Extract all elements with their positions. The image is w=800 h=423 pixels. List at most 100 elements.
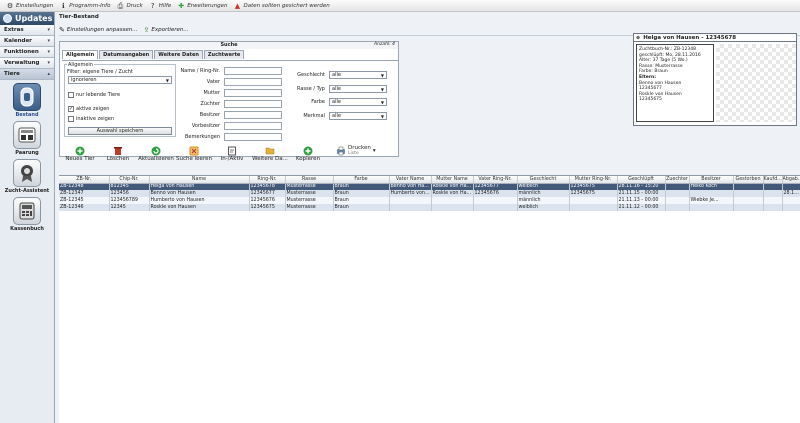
help-icon: ? [150,1,155,10]
filter-select[interactable]: ignorieren ▼ [68,76,172,84]
sidebar-section-label: Extras [4,27,24,33]
column-header[interactable]: Gestorben [733,176,764,184]
export-action[interactable]: ⇪ Exportieren... [143,26,188,34]
chevron-down-icon: ▼ [380,72,384,78]
chevron-down-icon: ▼ [165,77,169,83]
field-input-4[interactable] [224,111,282,119]
column-header[interactable]: Zuechter [665,176,690,184]
tab-allgemein[interactable]: Allgemein [62,50,99,59]
table-cell: Humberto von... [389,190,432,197]
sidebar-section-tiere[interactable]: Tiere ▴ [0,69,54,80]
field-input-5[interactable] [224,122,282,130]
sidebar-section-extras[interactable]: Extras ▾ [0,25,54,36]
refresh-button[interactable]: Aktualisieren [137,145,175,162]
grid-header: ZB-Nr. Chip-Nr. Name Ring-Nr. Rasse Farbe Vate… [59,176,800,184]
main-area: Tier-Bestand ✎ Einstellungen anpassen...… [59,12,800,423]
show-active-checkbox[interactable]: ✓ aktive zeigen [68,106,109,112]
show-inactive-checkbox[interactable]: inaktive zeigen [68,116,114,122]
tool-kassenbuch[interactable]: Kassenbuch [0,197,54,232]
table-cell: männlich [517,197,570,204]
tab-zuchtwerte[interactable]: Zuchtwerte [203,50,245,59]
table-cell: 12345 [109,204,150,211]
only-living-checkbox[interactable]: nur lebende Tiere [68,92,120,98]
table-cell [389,197,432,204]
right-field-label: Geschlecht [297,72,325,78]
column-header[interactable]: Chip-Nr. [109,176,150,184]
add-button[interactable]: Neues Tier [61,145,99,162]
sidebar-section-kalender[interactable]: Kalender ▾ [0,36,54,47]
settings-action[interactable]: ✎ Einstellungen anpassen... [59,26,137,34]
table-cell [689,190,734,197]
select-geschlecht[interactable]: alle ▼ [329,71,387,79]
copy-button[interactable]: Kopieren [289,145,327,162]
table-cell: Helga von Hausen [149,183,250,190]
sidebar-section-funktionen[interactable]: Funktionen ▾ [0,47,54,58]
column-header[interactable]: Abgab... [782,176,800,184]
clear-search-icon [189,145,200,156]
column-header[interactable]: ZB-Nr. [59,176,110,184]
refresh-icon [151,145,162,156]
column-header[interactable]: Ring-Nr. [249,176,286,184]
column-header[interactable]: Vater Name [389,176,432,184]
table-row[interactable]: ZB-12345 123456789 Humberto von Hausen 1234… [59,197,800,204]
field-input-2[interactable] [224,89,282,97]
column-header[interactable]: Besitzer [689,176,734,184]
folder-button[interactable]: Weitere Da... [251,145,289,162]
table-cell [763,190,783,197]
select-merkmal[interactable]: alle ▼ [329,112,387,120]
table-cell: Roskle von Ha... [431,183,474,190]
field-input-1[interactable] [224,78,282,86]
field-input-3[interactable] [224,100,282,108]
column-header[interactable]: Rasse [285,176,334,184]
preview-header: ⊗ Helga von Hausen - 12345678 [634,34,796,42]
field-input-6[interactable] [224,133,282,141]
only-living-label: nur lebende Tiere [76,92,121,98]
table-cell: ZB-12345 [59,197,110,204]
sidebar-section-verwaltung[interactable]: Verwaltung ▾ [0,58,54,69]
menu-item-hilfe[interactable]: ? Hilfe [146,2,175,10]
delete-button[interactable]: Löschen [99,145,137,162]
tab-datumsangaben[interactable]: Datumsangaben [99,50,154,59]
column-header[interactable]: Geschlüpft [617,176,666,184]
menu-item-druck[interactable]: ⎙ Druck [113,2,145,10]
menu-item-programm-info[interactable]: ℹ Programm-Info [56,2,113,10]
tool-paarung[interactable]: Paarung [0,121,54,156]
chevron-down-icon: ▼ [380,99,384,105]
column-header[interactable]: Mutter Ring-Nr. [569,176,618,184]
tool-label: Bestand [15,112,39,118]
chevron-down-icon: ▾ [47,60,50,66]
column-header[interactable]: Geschlecht [517,176,570,184]
column-header[interactable]: Vater Ring-Nr. [473,176,518,184]
close-icon[interactable]: ⊗ [636,35,640,41]
table-cell: Braun [333,204,390,211]
column-header[interactable]: Name [149,176,250,184]
menu-item-label: Einstellungen [16,2,54,9]
table-cell: 12345675 [569,183,618,190]
toggle-active-button[interactable]: In-/Aktiv [213,145,251,162]
table-cell: Musterrasse [285,183,334,190]
updates-header[interactable]: Updates [0,12,54,25]
save-selection-button[interactable]: Auswahl speichern [68,127,172,135]
column-header[interactable]: Farbe [333,176,390,184]
menu-item-daten[interactable]: ▲ Daten sollten gesichert werden [230,2,332,10]
column-header[interactable]: Mutter Name [431,176,474,184]
clear-search-button[interactable]: Suche leeren [175,145,213,162]
table-cell: Braun [333,183,390,190]
table-cell: Braun [333,197,390,204]
tool-zucht-assistent[interactable]: Zucht-Assistent [0,159,54,194]
select-farbe[interactable]: alle ▼ [329,98,387,106]
tab-weitere-daten[interactable]: Weitere Daten [154,50,203,59]
column-header[interactable]: Kaufd... [763,176,783,184]
pedigree-card: Zuchtbuch-Nr.: ZB-12348 geschlüpft: Mo, 2… [636,44,714,122]
table-cell [689,204,734,211]
field-input-0[interactable] [224,67,282,75]
table-row[interactable]: ZB-12346 12345 Roskle von Hausen 12345675 Mu… [59,204,800,211]
menu-item-einstellungen[interactable]: ⚙ Einstellungen [3,2,56,10]
table-row[interactable]: ZB-12348 812345 Helga von Hausen 12345678 Mu… [59,183,800,190]
toolbar-label: In-/Aktiv [220,156,244,162]
print-button[interactable]: Drucken Liste ▾ [335,145,387,157]
table-row[interactable]: ZB-12347 123456 Benno von Hausen 12345677 Mu… [59,190,800,197]
select-rassetyp[interactable]: alle ▼ [329,85,387,93]
tool-bestand[interactable]: Bestand [0,83,54,118]
menu-item-erweiterungen[interactable]: ✚ Erweiterungen [174,2,230,10]
